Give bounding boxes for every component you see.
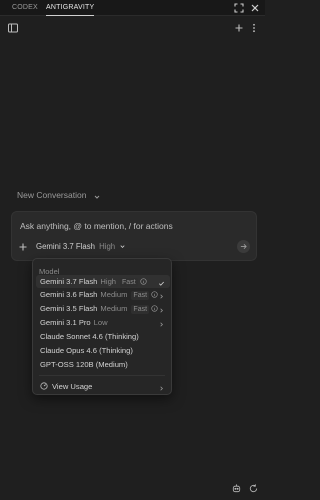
view-usage-item[interactable]: View Usage [36,380,170,393]
model-option-claude-opus-4-6[interactable]: Claude Opus 4.6 (Thinking) [36,344,170,357]
more-vertical-icon[interactable] [248,22,260,34]
model-dropdown: Model Gemini 3.7 Flash High Fast Gemini 3.… [32,258,172,395]
refresh-icon[interactable] [248,483,259,494]
composer: Ask anything, @ to mention, / for action… [11,211,257,261]
fast-badge: Fast [131,291,150,300]
check-icon [158,278,165,286]
model-selector[interactable]: Gemini 3.7 Flash High [36,242,126,252]
send-button[interactable] [237,240,250,253]
chevron-down-icon [93,192,101,200]
fast-badge: Fast [131,305,150,314]
chevron-down-icon [119,243,126,250]
close-icon[interactable] [249,2,261,14]
attach-plus-icon[interactable] [18,242,28,252]
model-option-level: Medium [100,290,128,299]
conversation-selector[interactable]: New Conversation [17,189,101,201]
model-selector-name: Gemini 3.7 Flash [36,242,95,251]
model-option-gemini-3-7-flash[interactable]: Gemini 3.7 Flash High Fast [36,275,170,288]
chevron-right-icon [158,291,165,299]
sidebar-toggle-icon[interactable] [7,22,19,34]
model-option-name: Claude Opus 4.6 (Thinking) [40,346,133,355]
model-option-name: Gemini 3.6 Flash [40,290,98,299]
panel-toolbar [0,17,265,39]
menu-divider [39,375,165,376]
view-usage-label: View Usage [52,382,93,391]
expand-icon[interactable] [233,2,245,14]
chevron-right-icon [158,383,165,391]
chevron-right-icon [158,305,165,313]
gauge-icon [40,381,48,390]
model-option-name: Gemini 3.5 Flash [40,304,98,313]
model-option-gpt-oss-120b[interactable]: GPT-OSS 120B (Medium) [36,358,170,371]
plus-icon[interactable] [233,22,245,34]
chat-input[interactable]: Ask anything, @ to mention, / for action… [20,221,173,231]
fast-badge: Fast [120,278,138,287]
info-icon[interactable] [151,289,158,298]
model-option-name: Gemini 3.7 Flash [40,277,98,286]
model-option-level: Medium [100,304,128,313]
model-option-gemini-3-6-flash[interactable]: Gemini 3.6 Flash Medium Fast [36,288,170,301]
agent-icon[interactable] [231,483,242,494]
model-selector-level: High [99,242,116,251]
model-option-gemini-3-1-pro[interactable]: Gemini 3.1 Pro Low [36,316,170,329]
model-option-gemini-3-5-flash[interactable]: Gemini 3.5 Flash Medium Fast [36,302,170,315]
model-option-name: GPT-OSS 120B (Medium) [40,360,128,369]
conversation-title: New Conversation [17,190,87,200]
model-option-level: Low [93,318,108,327]
top-tab-bar: CODEX ANTIGRAVITY [0,0,265,16]
info-icon[interactable] [151,303,158,312]
tab-codex[interactable]: CODEX [12,0,38,16]
info-icon[interactable] [140,276,147,285]
model-option-name: Claude Sonnet 4.6 (Thinking) [40,332,139,341]
model-option-level: High [100,277,117,286]
model-option-name: Gemini 3.1 Pro [40,318,91,327]
chevron-right-icon [158,319,165,327]
model-option-claude-sonnet-4-6[interactable]: Claude Sonnet 4.6 (Thinking) [36,330,170,343]
tab-antigravity[interactable]: ANTIGRAVITY [46,0,95,16]
